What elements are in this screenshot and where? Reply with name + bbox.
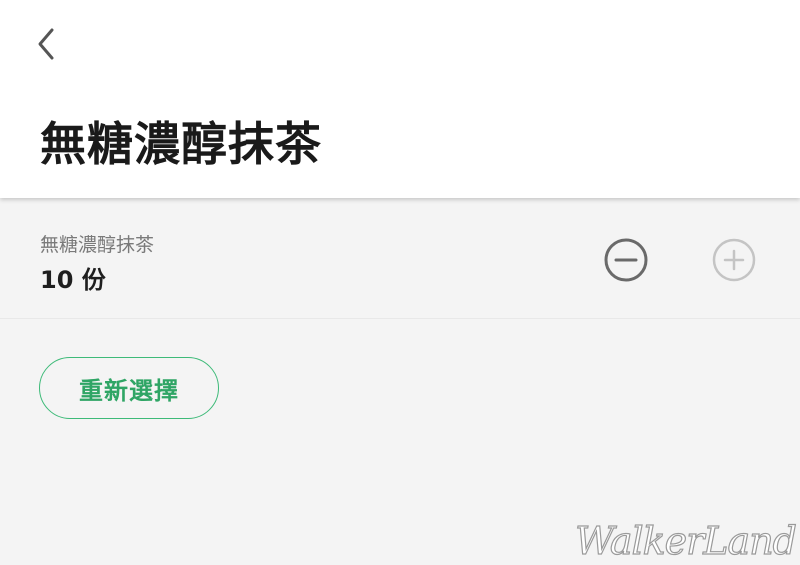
decrease-quantity-button[interactable] — [602, 236, 650, 284]
back-button[interactable] — [28, 24, 68, 64]
reselect-button[interactable]: 重新選擇 — [39, 357, 219, 419]
minus-circle-icon — [604, 238, 648, 282]
content-area: 無糖濃醇抹茶 10 份 重新選擇 — [0, 198, 800, 565]
item-name: 無糖濃醇抹茶 — [40, 234, 155, 256]
watermark-logo: WalkerLand — [574, 518, 797, 563]
chevron-left-icon — [38, 28, 54, 60]
plus-circle-icon — [712, 238, 756, 282]
item-quantity: 10 份 — [40, 266, 106, 294]
increase-quantity-button[interactable] — [710, 236, 758, 284]
item-row: 無糖濃醇抹茶 10 份 — [0, 198, 800, 319]
page-title: 無糖濃醇抹茶 — [40, 117, 322, 171]
header-bar: 無糖濃醇抹茶 — [0, 0, 800, 198]
